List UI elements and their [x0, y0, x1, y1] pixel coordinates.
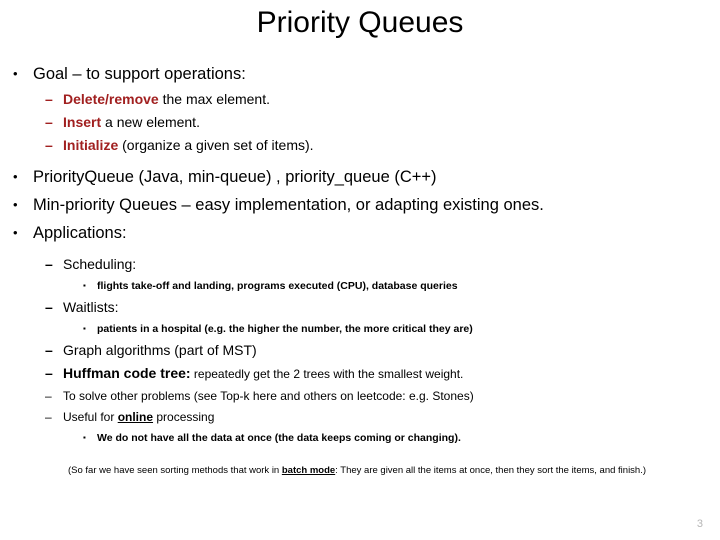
bullet-online-label: Useful for online processing: [63, 407, 720, 428]
dash-icon: –: [45, 137, 53, 153]
bullet-scheduling-detail-label: flights take-off and landing, programs e…: [97, 280, 458, 292]
dash-icon: –: [45, 410, 52, 424]
page-number: 3: [696, 518, 703, 530]
dash-icon: –: [45, 365, 53, 381]
delete-remove-keyword: Delete/remove: [63, 91, 159, 107]
bullet-delete-remove-label: Delete/remove the max element.: [63, 88, 720, 111]
insert-rest: a new element.: [101, 114, 200, 130]
bullet-delete-remove: – Delete/remove the max element.: [0, 88, 720, 111]
online-post: processing: [153, 410, 215, 424]
closing-note: (So far we have seen sorting methods tha…: [68, 463, 694, 478]
bullet-huffman-label: Huffman code tree: repeatedly get the 2 …: [63, 362, 720, 386]
online-pre: Useful for: [63, 410, 118, 424]
bullet-applications: • Applications:: [0, 219, 720, 247]
bullet-waitlists-label: Waitlists:: [63, 299, 119, 315]
bullet-scheduling: – Scheduling:: [0, 253, 720, 276]
closing-note-pre: (So far we have seen sorting methods tha…: [68, 465, 282, 476]
bullet-online-detail: ▪ We do not have all the data at once (t…: [0, 428, 720, 448]
bullet-waitlists-detail-label: patients in a hospital (e.g. the higher …: [97, 323, 473, 335]
bullet-min-priority: • Min-priority Queues – easy implementat…: [0, 191, 720, 219]
bullet-initialize-label: Initialize (organize a given set of item…: [63, 134, 720, 157]
page-title: Priority Queues: [256, 6, 464, 39]
bullet-goal-label: Goal – to support operations:: [33, 65, 246, 83]
bullet-graph-algorithms-label: Graph algorithms (part of MST): [63, 342, 257, 358]
slide-body: • Goal – to support operations: – Delete…: [0, 60, 720, 448]
square-bullet-icon: ▪: [83, 324, 86, 333]
dash-icon: –: [45, 299, 53, 315]
bullet-scheduling-label: Scheduling:: [63, 256, 137, 272]
square-bullet-icon: ▪: [83, 281, 86, 290]
bullet-scheduling-detail: ▪ flights take-off and landing, programs…: [0, 276, 720, 296]
dash-icon: –: [45, 91, 53, 107]
bullet-priorityqueue-label: PriorityQueue (Java, min-queue) , priori…: [33, 168, 437, 186]
online-keyword: online: [117, 410, 154, 424]
bullet-dot-icon: •: [13, 169, 18, 184]
bullet-waitlists-detail: ▪ patients in a hospital (e.g. the highe…: [0, 319, 720, 339]
square-bullet-icon: ▪: [83, 433, 86, 442]
dash-icon: –: [45, 389, 52, 403]
initialize-rest: (organize a given set of items).: [118, 137, 314, 153]
closing-note-post: : They are given all the items at once, …: [335, 465, 647, 476]
bullet-other-problems-label: To solve other problems (see Top-k here …: [63, 389, 474, 403]
bullet-waitlists: – Waitlists:: [0, 296, 720, 319]
bullet-online-detail-label: We do not have all the data at once (the…: [97, 432, 461, 444]
bullet-initialize: – Initialize (organize a given set of it…: [0, 134, 720, 157]
bullet-min-priority-label: Min-priority Queues – easy implementatio…: [33, 196, 544, 214]
bullet-online: – Useful for online processing: [0, 407, 720, 428]
bullet-dot-icon: •: [13, 197, 18, 212]
huffman-keyword: Huffman code tree:: [63, 365, 191, 381]
bullet-insert: – Insert a new element.: [0, 111, 720, 134]
batch-mode-keyword: batch mode: [281, 465, 336, 476]
bullet-graph-algorithms: – Graph algorithms (part of MST): [0, 339, 720, 362]
dash-icon: –: [45, 114, 53, 130]
bullet-dot-icon: •: [13, 225, 18, 240]
delete-remove-rest: the max element.: [158, 91, 270, 107]
dash-icon: –: [45, 256, 53, 272]
bullet-other-problems: – To solve other problems (see Top-k her…: [0, 386, 720, 407]
slide: Priority Queues • Goal – to support oper…: [0, 0, 720, 540]
bullet-goal: • Goal – to support operations:: [0, 60, 720, 88]
bullet-huffman: – Huffman code tree: repeatedly get the …: [0, 362, 720, 386]
dash-icon: –: [45, 342, 53, 358]
huffman-rest: repeatedly get the 2 trees with the smal…: [190, 367, 464, 381]
initialize-keyword: Initialize: [63, 137, 119, 153]
bullet-priorityqueue: • PriorityQueue (Java, min-queue) , prio…: [0, 163, 720, 191]
bullet-dot-icon: •: [13, 66, 18, 81]
bullet-applications-label: Applications:: [33, 224, 127, 242]
insert-keyword: Insert: [63, 114, 102, 130]
bullet-insert-label: Insert a new element.: [63, 111, 720, 134]
